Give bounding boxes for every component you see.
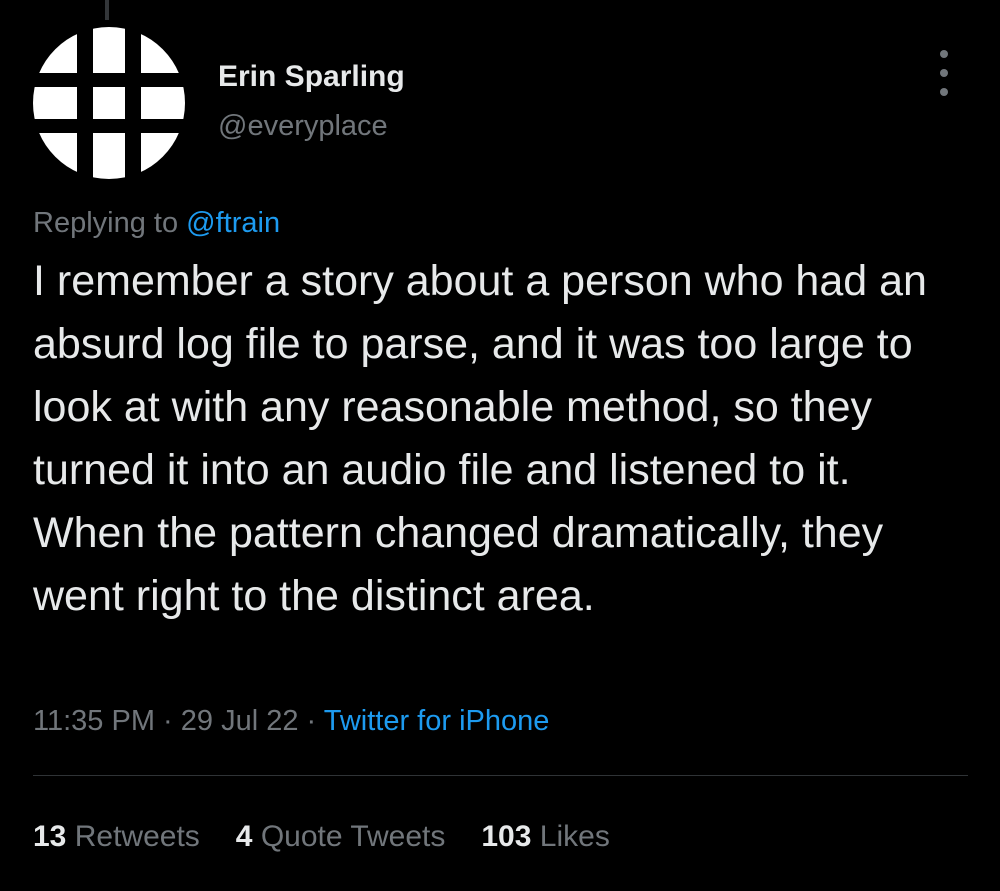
- likes-count: 103: [481, 820, 532, 853]
- quote-tweets-stat[interactable]: 4 Quote Tweets: [236, 820, 446, 854]
- author-display-name[interactable]: Erin Sparling: [218, 60, 405, 94]
- tweet-body-text: I remember a story about a person who ha…: [33, 257, 927, 620]
- circular-logo-avatar-icon: [33, 27, 185, 179]
- replying-to-handle-link[interactable]: @ftrain: [186, 207, 280, 239]
- replying-to-line: Replying to @ftrain: [33, 207, 280, 240]
- retweets-count: 13: [33, 820, 67, 853]
- vertical-ellipsis-icon-dot: [940, 69, 948, 77]
- replying-to-label: Replying to: [33, 207, 187, 239]
- vertical-ellipsis-icon: [940, 50, 948, 58]
- vertical-ellipsis-icon-dot: [940, 88, 948, 96]
- more-options-button[interactable]: [926, 50, 962, 96]
- retweets-stat[interactable]: 13 Retweets: [33, 820, 200, 854]
- tweet-source-link[interactable]: Twitter for iPhone: [324, 705, 550, 737]
- quote-tweets-label: Quote Tweets: [260, 820, 446, 853]
- tweet-time[interactable]: 11:35 PM: [33, 705, 155, 737]
- author-handle[interactable]: @everyplace: [218, 110, 388, 143]
- retweets-label: Retweets: [74, 820, 200, 853]
- likes-label: Likes: [539, 820, 610, 853]
- likes-stat[interactable]: 103 Likes: [481, 820, 609, 854]
- meta-separator: ·: [154, 705, 181, 737]
- author-avatar[interactable]: [33, 27, 185, 179]
- meta-separator: ·: [298, 705, 324, 737]
- quote-tweets-count: 4: [235, 820, 253, 853]
- tweet-meta: 11:35 PM · 29 Jul 22 · Twitter for iPhon…: [33, 705, 549, 738]
- thread-connector-line: [105, 0, 109, 20]
- tweet-date[interactable]: 29 Jul 22: [181, 705, 299, 737]
- engagement-stats: 13 Retweets 4 Quote Tweets 103 Likes: [33, 820, 610, 854]
- stats-divider: [33, 775, 968, 776]
